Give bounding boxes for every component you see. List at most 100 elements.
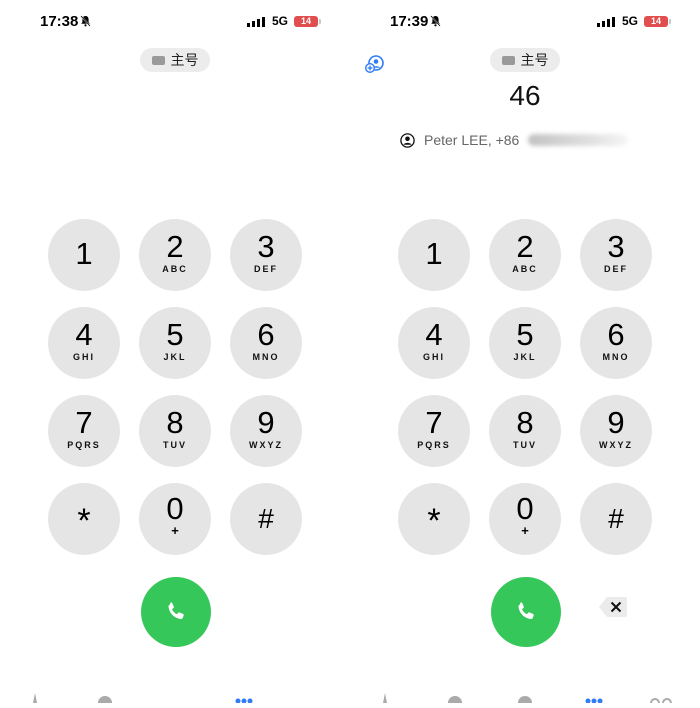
key-2[interactable]: 2 ABC [139, 219, 211, 291]
sim-label: 主号 [520, 52, 549, 68]
tab-keypad-peek[interactable] [235, 690, 253, 704]
key-digit: # [258, 503, 274, 534]
add-contact-icon[interactable] [365, 55, 384, 74]
key-7[interactable]: 7 PQRS [398, 395, 470, 467]
contact-suggestion-text: Peter LEE, +86 [424, 132, 520, 148]
key-7[interactable]: 7 PQRS [48, 395, 120, 467]
key-6[interactable]: 6 MNO [230, 307, 302, 379]
battery-cap [319, 19, 321, 24]
bell-slash-icon [80, 15, 91, 27]
sim-selector[interactable]: 主号 [490, 48, 560, 72]
key-digit: # [608, 503, 624, 534]
contact-suggestion[interactable]: Peter LEE, +86 [400, 130, 629, 150]
key-digit: 5 [166, 317, 184, 352]
key-digit: 0 [166, 491, 184, 526]
key-9[interactable]: 9 WXYZ [230, 395, 302, 467]
key-hash[interactable]: # [580, 483, 652, 555]
call-button[interactable] [141, 577, 211, 647]
key-4[interactable]: 4 GHI [398, 307, 470, 379]
tab-favorites-peek[interactable] [30, 690, 40, 703]
key-digit: 6 [257, 317, 275, 352]
tab-recents-peek[interactable] [98, 690, 112, 708]
key-letters: DEF [604, 264, 628, 274]
status-time: 17:39 [390, 13, 429, 30]
status-bar: 17:38 5G 14 [0, 13, 350, 33]
clock-icon [98, 696, 112, 708]
key-digit: 8 [166, 405, 184, 440]
key-0[interactable]: 0 + [139, 483, 211, 555]
key-digit: 2 [166, 229, 184, 264]
phone-icon [168, 602, 184, 620]
key-letters: JKL [163, 352, 187, 362]
tab-voicemail-peek[interactable] [650, 690, 672, 708]
key-star[interactable]: * [398, 483, 470, 555]
key-digit: 1 [425, 236, 443, 271]
key-digit: 7 [75, 405, 93, 440]
key-letters: WXYZ [599, 440, 633, 450]
key-letters: TUV [513, 440, 537, 450]
key-digit: 0 [516, 491, 534, 526]
network-type: 5G [622, 14, 639, 28]
key-letters: PQRS [67, 440, 101, 450]
key-letters: DEF [254, 264, 278, 274]
call-button[interactable] [491, 577, 561, 647]
key-letters: TUV [163, 440, 187, 450]
key-1[interactable]: 1 [48, 219, 120, 291]
key-letters: GHI [422, 352, 445, 362]
tab-contacts-peek[interactable] [518, 690, 532, 708]
key-digit: 5 [516, 317, 534, 352]
signal-bars-icon [247, 17, 265, 27]
key-1[interactable]: 1 [398, 219, 470, 291]
redacted-phone-number [528, 134, 629, 146]
voicemail-icon [650, 698, 672, 708]
keypad-grid-icon [235, 698, 253, 704]
key-digit: 4 [75, 317, 93, 352]
phone-icon [518, 602, 534, 620]
key-digit: 9 [607, 405, 625, 440]
sim-selector[interactable]: 主号 [140, 48, 210, 72]
clock-icon [448, 696, 462, 708]
tab-recents-peek[interactable] [448, 690, 462, 708]
key-digit: 8 [516, 405, 534, 440]
key-8[interactable]: 8 TUV [139, 395, 211, 467]
key-digit: 9 [257, 405, 275, 440]
tab-favorites-peek[interactable] [380, 690, 390, 703]
backspace-icon[interactable] [598, 596, 628, 618]
key-4[interactable]: 4 GHI [48, 307, 120, 379]
key-hash[interactable]: # [230, 483, 302, 555]
network-type: 5G [272, 14, 289, 28]
key-3[interactable]: 3 DEF [580, 219, 652, 291]
key-letters: PQRS [417, 440, 451, 450]
key-2[interactable]: 2 ABC [489, 219, 561, 291]
key-letters: MNO [602, 352, 630, 362]
key-letters: + [171, 523, 179, 538]
key-digit: 1 [75, 236, 93, 271]
key-8[interactable]: 8 TUV [489, 395, 561, 467]
tab-keypad-peek[interactable] [585, 690, 603, 704]
key-digit: 4 [425, 317, 443, 352]
dialer-screen-left: 17:38 5G 14 主号 1 2 ABC 3 DEF 4 GHI 5 JKL… [0, 0, 350, 708]
key-letters: JKL [513, 352, 537, 362]
sim-card-icon [151, 55, 165, 65]
key-letters: MNO [252, 352, 280, 362]
key-digit: * [427, 502, 441, 540]
key-5[interactable]: 5 JKL [489, 307, 561, 379]
star-icon [383, 693, 387, 703]
key-digit: 7 [425, 405, 443, 440]
star-icon [33, 693, 37, 703]
battery-level: 14 [644, 16, 668, 27]
sim-label: 主号 [170, 52, 199, 68]
dialer-screen-right: 17:39 5G 14 主号 46 Peter LEE, +86 1 2 ABC… [350, 0, 700, 708]
dialed-number: 46 [509, 80, 541, 111]
key-5[interactable]: 5 JKL [139, 307, 211, 379]
key-digit: 3 [607, 229, 625, 264]
key-9[interactable]: 9 WXYZ [580, 395, 652, 467]
key-0[interactable]: 0 + [489, 483, 561, 555]
key-digit: * [77, 502, 91, 540]
key-letters: ABC [512, 264, 538, 274]
key-3[interactable]: 3 DEF [230, 219, 302, 291]
key-6[interactable]: 6 MNO [580, 307, 652, 379]
key-letters: ABC [162, 264, 188, 274]
key-star[interactable]: * [48, 483, 120, 555]
keypad-grid-icon [585, 698, 603, 704]
